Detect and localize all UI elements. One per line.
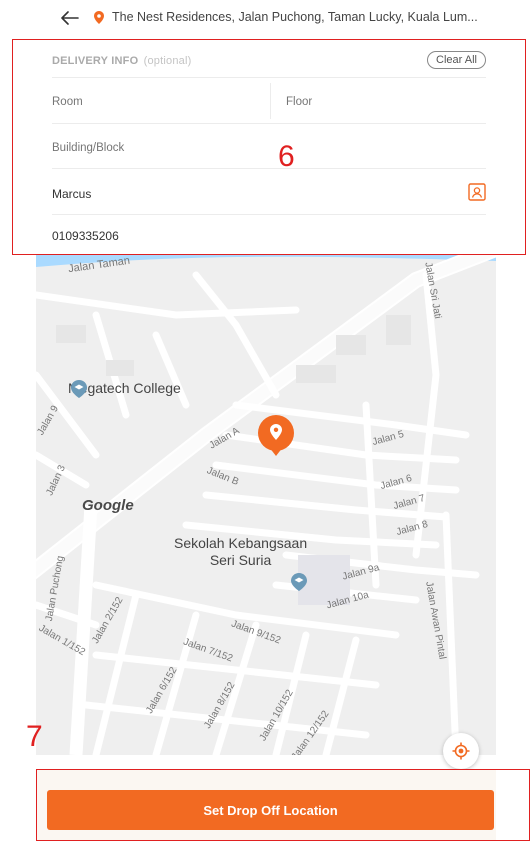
google-logo: Google — [82, 497, 134, 514]
top-bar: The Nest Residences, Jalan Puchong, Tama… — [0, 0, 530, 38]
poi-label: Sekolah Kebangsaan — [174, 535, 308, 551]
address-text: The Nest Residences, Jalan Puchong, Tama… — [112, 10, 478, 24]
address-display[interactable]: The Nest Residences, Jalan Puchong, Tama… — [94, 10, 478, 24]
poi-megatech-college[interactable]: Megatech College — [68, 380, 181, 398]
annotation-number-7: 7 — [26, 720, 43, 753]
annotation-number-6: 6 — [278, 140, 295, 173]
school-icon — [71, 380, 87, 398]
poi-label: Seri Suria — [209, 552, 272, 568]
back-button[interactable] — [56, 5, 84, 31]
poi-sekolah-kebangsaan-seri-suria[interactable]: Sekolah Kebangsaan Seri Suria — [174, 535, 307, 569]
my-location-button[interactable] — [443, 733, 479, 769]
location-pin-icon — [94, 10, 104, 24]
school-icon — [291, 573, 307, 591]
drop-off-marker-icon[interactable] — [257, 414, 295, 464]
crosshair-icon — [452, 742, 470, 760]
back-arrow-icon — [61, 11, 79, 25]
annotation-box-7 — [36, 769, 530, 841]
annotation-box-6 — [12, 39, 526, 255]
